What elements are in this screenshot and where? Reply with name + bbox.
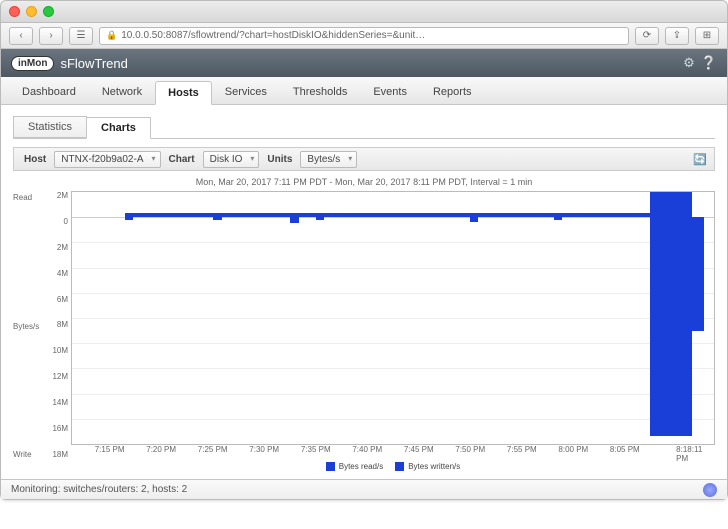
- subtab-charts[interactable]: Charts: [86, 117, 151, 139]
- globe-icon[interactable]: [703, 483, 717, 497]
- y-tick: 2M: [43, 191, 68, 200]
- zero-line: [72, 217, 714, 218]
- write-bar: [554, 217, 562, 220]
- write-bar: [213, 217, 221, 220]
- y-bytes-label: Bytes/s: [13, 322, 43, 331]
- x-tick: 7:15 PM: [95, 445, 125, 454]
- browser-toolbar: ‹ › ☰ 🔒 10.0.0.50:8087/sflowtrend/?chart…: [1, 23, 727, 49]
- chart-select[interactable]: Disk IO: [203, 151, 260, 168]
- write-trailing-bar: [692, 217, 705, 330]
- tab-thresholds[interactable]: Thresholds: [280, 80, 360, 104]
- main-tabs: Dashboard Network Hosts Services Thresho…: [1, 77, 727, 105]
- tab-dashboard[interactable]: Dashboard: [9, 80, 89, 104]
- x-tick: 7:50 PM: [455, 445, 485, 454]
- y-write-label: Write: [13, 450, 43, 459]
- y-tick: 8M: [43, 320, 68, 329]
- url-text: 10.0.0.50:8087/sflowtrend/?chart=hostDis…: [121, 30, 425, 41]
- x-tick: 7:20 PM: [146, 445, 176, 454]
- x-axis: 7:15 PM 7:20 PM 7:25 PM 7:30 PM 7:35 PM …: [71, 445, 715, 459]
- write-bar: [316, 217, 324, 220]
- write-bar: [470, 217, 478, 222]
- app-header: inMon sFlowTrend ⚙ ❔: [1, 49, 727, 77]
- legend-swatch: [395, 462, 404, 471]
- x-tick: 8:00 PM: [558, 445, 588, 454]
- host-label: Host: [20, 154, 50, 165]
- refresh-icon[interactable]: 🔄: [692, 151, 708, 167]
- legend: Bytes read/s Bytes written/s: [71, 459, 715, 473]
- settings-icon[interactable]: ⚙: [683, 55, 695, 71]
- host-select[interactable]: NTNX-f20b9a02-A: [54, 151, 160, 168]
- legend-swatch: [326, 462, 335, 471]
- lock-icon: 🔒: [106, 30, 117, 41]
- mac-maximize-button[interactable]: [43, 6, 54, 17]
- url-bar[interactable]: 🔒 10.0.0.50:8087/sflowtrend/?chart=hostD…: [99, 27, 629, 45]
- y-read-label: Read: [13, 193, 43, 202]
- units-select[interactable]: Bytes/s: [300, 151, 357, 168]
- chart-area: Mon, Mar 20, 2017 7:11 PM PDT - Mon, Mar…: [13, 177, 715, 473]
- tabs-button[interactable]: ⊞: [695, 27, 719, 45]
- y-tick: 4M: [43, 269, 68, 278]
- legend-item-read: Bytes read/s: [326, 462, 383, 471]
- header-icons: ⚙ ❔: [683, 55, 717, 71]
- help-icon[interactable]: ❔: [701, 55, 717, 71]
- mac-minimize-button[interactable]: [26, 6, 37, 17]
- mac-window: ‹ › ☰ 🔒 10.0.0.50:8087/sflowtrend/?chart…: [0, 0, 728, 500]
- x-tick: 8:05 PM: [610, 445, 640, 454]
- share-button[interactable]: ⇪: [665, 27, 689, 45]
- legend-item-write: Bytes written/s: [395, 462, 460, 471]
- tab-network[interactable]: Network: [89, 80, 155, 104]
- app-name: sFlowTrend: [60, 56, 127, 71]
- y-tick: 18M: [43, 450, 68, 459]
- tab-services[interactable]: Services: [212, 80, 280, 104]
- subtab-statistics[interactable]: Statistics: [13, 116, 87, 138]
- sidebar-button[interactable]: ☰: [69, 27, 93, 45]
- reload-button[interactable]: ⟳: [635, 27, 659, 45]
- x-tick: 7:25 PM: [198, 445, 228, 454]
- chart-title: Mon, Mar 20, 2017 7:11 PM PDT - Mon, Mar…: [13, 177, 715, 187]
- content-area: Statistics Charts Host NTNX-f20b9a02-A C…: [1, 105, 727, 479]
- brand: inMon sFlowTrend: [11, 56, 128, 71]
- logo: inMon: [11, 56, 54, 71]
- write-bar: [125, 217, 133, 220]
- y-tick: 14M: [43, 398, 68, 407]
- chart-label: Chart: [165, 154, 199, 165]
- units-label: Units: [263, 154, 296, 165]
- chart-controls: Host NTNX-f20b9a02-A Chart Disk IO Units…: [13, 147, 715, 171]
- tab-reports[interactable]: Reports: [420, 80, 485, 104]
- tab-events[interactable]: Events: [360, 80, 420, 104]
- mac-close-button[interactable]: [9, 6, 20, 17]
- write-bar: [290, 217, 298, 223]
- forward-button[interactable]: ›: [39, 27, 63, 45]
- plot: [71, 191, 715, 445]
- y-tick: 10M: [43, 346, 68, 355]
- read-spike-bar: [650, 192, 692, 217]
- read-series: [125, 213, 692, 217]
- back-button[interactable]: ‹: [9, 27, 33, 45]
- x-tick: 7:40 PM: [352, 445, 382, 454]
- y-tick: 2M: [43, 243, 68, 252]
- y-tick: 6M: [43, 295, 68, 304]
- plot-wrap: 7:15 PM 7:20 PM 7:25 PM 7:30 PM 7:35 PM …: [71, 191, 715, 473]
- status-text: Monitoring: switches/routers: 2, hosts: …: [11, 484, 187, 495]
- x-tick: 7:55 PM: [507, 445, 537, 454]
- y-outer-labels: Read Bytes/s Write: [13, 191, 43, 473]
- x-tick: 7:35 PM: [301, 445, 331, 454]
- y-tick: 12M: [43, 372, 68, 381]
- tab-hosts[interactable]: Hosts: [155, 81, 212, 105]
- x-tick: 8:18:11 PM: [676, 445, 702, 463]
- x-tick: 7:45 PM: [404, 445, 434, 454]
- x-tick: 7:30 PM: [249, 445, 279, 454]
- mac-titlebar: [1, 1, 727, 23]
- status-bar: Monitoring: switches/routers: 2, hosts: …: [1, 479, 727, 499]
- write-spike-bar: [650, 217, 692, 436]
- sub-tabs: Statistics Charts: [13, 115, 715, 139]
- chart-body: Read Bytes/s Write 2M 0 2M 4M 6M 8M 10M …: [13, 191, 715, 473]
- y-tick: 0: [43, 217, 68, 226]
- y-axis: 2M 0 2M 4M 6M 8M 10M 12M 14M 16M 18M: [43, 191, 71, 473]
- y-tick: 16M: [43, 424, 68, 433]
